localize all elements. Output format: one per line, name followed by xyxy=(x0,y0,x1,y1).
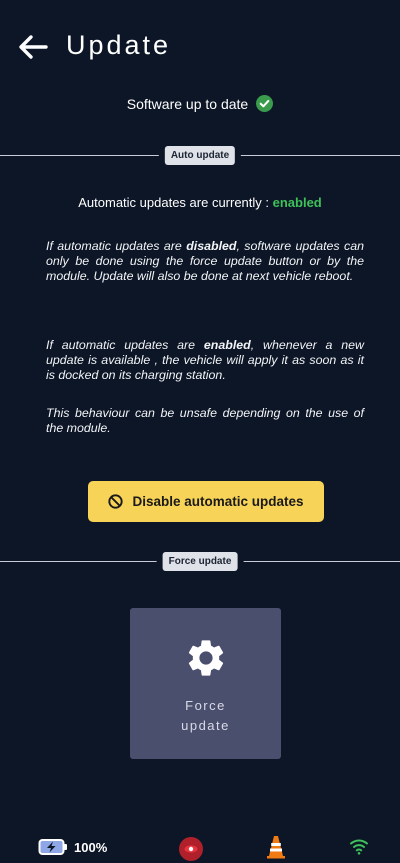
battery-charging-icon xyxy=(38,839,67,855)
back-button[interactable] xyxy=(16,32,50,62)
bottom-status-bar: 100% xyxy=(0,832,400,863)
update-screen: Update Software up to date Auto update A… xyxy=(0,0,400,863)
auto-update-status: Automatic updates are currently : enable… xyxy=(0,195,400,210)
software-status: Software up to date xyxy=(0,95,400,112)
arrow-left-icon xyxy=(19,35,48,59)
disable-button-label: Disable automatic updates xyxy=(132,494,304,509)
check-circle-icon xyxy=(256,95,274,112)
software-status-text: Software up to date xyxy=(126,95,249,112)
auto-update-divider: Auto update xyxy=(0,146,400,166)
page-title: Update xyxy=(66,30,172,60)
disabled-explanation: If automatic updates are disabled, softw… xyxy=(46,239,364,283)
force-update-section-label: Force update xyxy=(162,552,238,571)
header: Update xyxy=(0,22,400,72)
force-update-label: Force update xyxy=(181,698,230,733)
auto-update-status-prefix: Automatic updates are currently : xyxy=(78,195,273,210)
gear-icon xyxy=(188,640,223,676)
force-update-divider: Force update xyxy=(0,552,400,572)
enabled-keyword: enabled xyxy=(203,338,251,352)
enabled-explanation: If automatic updates are enabled, whenev… xyxy=(46,338,364,382)
battery-status: 100% xyxy=(38,838,107,856)
wifi-icon[interactable] xyxy=(349,837,369,855)
disable-automatic-updates-button[interactable]: Disable automatic updates xyxy=(88,481,324,522)
safety-warning: This behaviour can be unsafe depending o… xyxy=(46,406,364,435)
force-update-button[interactable]: Force update xyxy=(130,608,281,759)
ban-icon xyxy=(108,494,124,509)
battery-percent: 100% xyxy=(74,839,108,855)
robot-eye-icon[interactable] xyxy=(178,836,204,862)
traffic-cone-icon[interactable] xyxy=(266,835,286,859)
disabled-keyword: disabled xyxy=(186,239,237,253)
auto-update-status-value: enabled xyxy=(272,195,322,210)
auto-update-section-label: Auto update xyxy=(164,146,236,165)
